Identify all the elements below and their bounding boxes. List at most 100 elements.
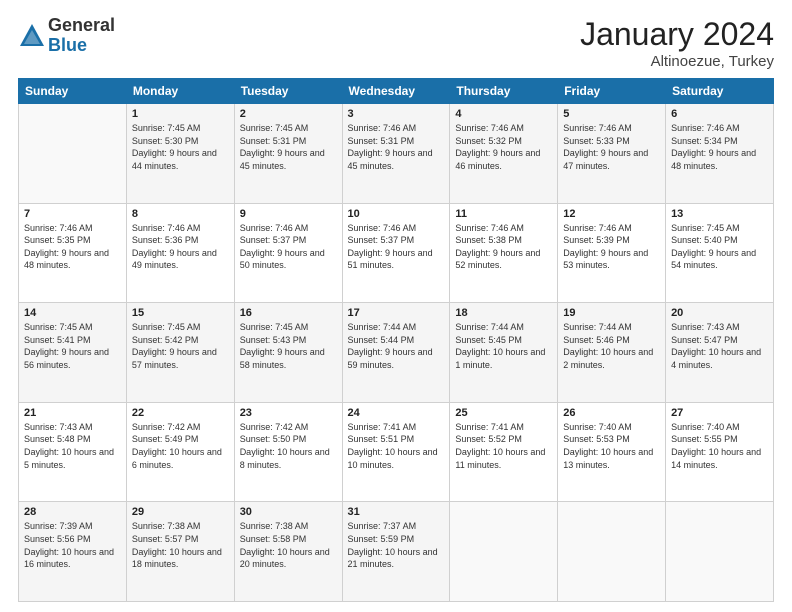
- calendar-cell: 15Sunrise: 7:45 AMSunset: 5:42 PMDayligh…: [126, 303, 234, 403]
- day-info: Sunrise: 7:42 AMSunset: 5:50 PMDaylight:…: [240, 421, 337, 471]
- calendar-cell: 3 Sunrise: 7:46 AMSunset: 5:31 PMDaylight…: [342, 104, 450, 204]
- day-info: Sunrise: 7:46 AMSunset: 5:38 PMDaylight:…: [455, 222, 552, 272]
- calendar-cell: 8Sunrise: 7:46 AMSunset: 5:36 PMDaylight…: [126, 203, 234, 303]
- day-number: 1: [132, 108, 229, 120]
- day-number: 31: [348, 506, 445, 518]
- logo-blue: Blue: [48, 36, 115, 56]
- calendar-table: Sunday Monday Tuesday Wednesday Thursday…: [18, 78, 774, 602]
- calendar-cell: 28 Sunrise: 7:39 AMSunset: 5:56 PMDayligh…: [19, 502, 127, 602]
- day-info: Sunrise: 7:45 AMSunset: 5:31 PMDaylight:…: [240, 122, 337, 172]
- day-info: Sunrise: 7:44 AMSunset: 5:44 PMDaylight:…: [348, 321, 445, 371]
- calendar-week-3: 14 Sunrise: 7:45 AMSunset: 5:41 PMDayligh…: [19, 303, 774, 403]
- day-number: 13: [671, 208, 768, 220]
- calendar-cell: [558, 502, 666, 602]
- calendar-cell: 27 Sunrise: 7:40 AMSunset: 5:55 PMDayligh…: [666, 402, 774, 502]
- day-number: 17: [348, 307, 445, 319]
- calendar-cell: 2 Sunrise: 7:45 AMSunset: 5:31 PMDaylight…: [234, 104, 342, 204]
- day-info: Sunrise: 7:37 AMSunset: 5:59 PMDaylight:…: [348, 520, 445, 570]
- day-number: 20: [671, 307, 768, 319]
- logo-general: General: [48, 16, 115, 36]
- day-info: Sunrise: 7:45 AMSunset: 5:30 PMDaylight:…: [132, 122, 229, 172]
- day-info: Sunrise: 7:46 AMSunset: 5:34 PMDaylight:…: [671, 122, 768, 172]
- col-thursday: Thursday: [450, 79, 558, 104]
- day-number: 6: [671, 108, 768, 120]
- calendar-cell: 6 Sunrise: 7:46 AMSunset: 5:34 PMDaylight…: [666, 104, 774, 204]
- calendar-cell: 20 Sunrise: 7:43 AMSunset: 5:47 PMDayligh…: [666, 303, 774, 403]
- calendar-cell: 7 Sunrise: 7:46 AMSunset: 5:35 PMDaylight…: [19, 203, 127, 303]
- col-friday: Friday: [558, 79, 666, 104]
- day-info: Sunrise: 7:46 AMSunset: 5:39 PMDaylight:…: [563, 222, 660, 272]
- day-number: 4: [455, 108, 552, 120]
- day-info: Sunrise: 7:43 AMSunset: 5:47 PMDaylight:…: [671, 321, 768, 371]
- day-info: Sunrise: 7:40 AMSunset: 5:53 PMDaylight:…: [563, 421, 660, 471]
- calendar-cell: [19, 104, 127, 204]
- day-info: Sunrise: 7:42 AMSunset: 5:49 PMDaylight:…: [132, 421, 229, 471]
- day-info: Sunrise: 7:39 AMSunset: 5:56 PMDaylight:…: [24, 520, 121, 570]
- day-info: Sunrise: 7:38 AMSunset: 5:57 PMDaylight:…: [132, 520, 229, 570]
- col-sunday: Sunday: [19, 79, 127, 104]
- calendar-cell: 17 Sunrise: 7:44 AMSunset: 5:44 PMDayligh…: [342, 303, 450, 403]
- calendar-cell: 18Sunrise: 7:44 AMSunset: 5:45 PMDayligh…: [450, 303, 558, 403]
- col-monday: Monday: [126, 79, 234, 104]
- calendar-cell: 21Sunrise: 7:43 AMSunset: 5:48 PMDayligh…: [19, 402, 127, 502]
- day-info: Sunrise: 7:46 AMSunset: 5:33 PMDaylight:…: [563, 122, 660, 172]
- day-info: Sunrise: 7:41 AMSunset: 5:51 PMDaylight:…: [348, 421, 445, 471]
- day-number: 18: [455, 307, 552, 319]
- day-number: 22: [132, 407, 229, 419]
- month-title: January 2024: [580, 16, 774, 53]
- calendar-cell: 9Sunrise: 7:46 AMSunset: 5:37 PMDaylight…: [234, 203, 342, 303]
- calendar-cell: [666, 502, 774, 602]
- day-number: 7: [24, 208, 121, 220]
- day-number: 3: [348, 108, 445, 120]
- day-number: 2: [240, 108, 337, 120]
- calendar-cell: 11 Sunrise: 7:46 AMSunset: 5:38 PMDayligh…: [450, 203, 558, 303]
- logo-text: General Blue: [48, 16, 115, 56]
- day-number: 12: [563, 208, 660, 220]
- day-info: Sunrise: 7:45 AMSunset: 5:40 PMDaylight:…: [671, 222, 768, 272]
- day-info: Sunrise: 7:46 AMSunset: 5:36 PMDaylight:…: [132, 222, 229, 272]
- title-area: January 2024 Altinoezue, Turkey: [580, 16, 774, 70]
- day-info: Sunrise: 7:41 AMSunset: 5:52 PMDaylight:…: [455, 421, 552, 471]
- day-number: 25: [455, 407, 552, 419]
- col-saturday: Saturday: [666, 79, 774, 104]
- calendar-week-4: 21Sunrise: 7:43 AMSunset: 5:48 PMDayligh…: [19, 402, 774, 502]
- day-info: Sunrise: 7:40 AMSunset: 5:55 PMDaylight:…: [671, 421, 768, 471]
- header-row: Sunday Monday Tuesday Wednesday Thursday…: [19, 79, 774, 104]
- day-number: 30: [240, 506, 337, 518]
- calendar-cell: 16Sunrise: 7:45 AMSunset: 5:43 PMDayligh…: [234, 303, 342, 403]
- day-number: 29: [132, 506, 229, 518]
- calendar-cell: 10 Sunrise: 7:46 AMSunset: 5:37 PMDayligh…: [342, 203, 450, 303]
- day-info: Sunrise: 7:43 AMSunset: 5:48 PMDaylight:…: [24, 421, 121, 471]
- day-info: Sunrise: 7:45 AMSunset: 5:41 PMDaylight:…: [24, 321, 121, 371]
- day-number: 11: [455, 208, 552, 220]
- calendar-week-5: 28 Sunrise: 7:39 AMSunset: 5:56 PMDayligh…: [19, 502, 774, 602]
- day-info: Sunrise: 7:46 AMSunset: 5:32 PMDaylight:…: [455, 122, 552, 172]
- calendar-cell: 25 Sunrise: 7:41 AMSunset: 5:52 PMDayligh…: [450, 402, 558, 502]
- location-title: Altinoezue, Turkey: [580, 53, 774, 70]
- day-number: 14: [24, 307, 121, 319]
- day-info: Sunrise: 7:46 AMSunset: 5:35 PMDaylight:…: [24, 222, 121, 272]
- day-number: 27: [671, 407, 768, 419]
- calendar-cell: 22 Sunrise: 7:42 AMSunset: 5:49 PMDayligh…: [126, 402, 234, 502]
- calendar-week-2: 7 Sunrise: 7:46 AMSunset: 5:35 PMDaylight…: [19, 203, 774, 303]
- day-number: 28: [24, 506, 121, 518]
- day-number: 26: [563, 407, 660, 419]
- day-info: Sunrise: 7:46 AMSunset: 5:37 PMDaylight:…: [240, 222, 337, 272]
- logo-area: General Blue: [18, 16, 115, 56]
- day-info: Sunrise: 7:44 AMSunset: 5:46 PMDaylight:…: [563, 321, 660, 371]
- calendar-cell: 23Sunrise: 7:42 AMSunset: 5:50 PMDayligh…: [234, 402, 342, 502]
- calendar-cell: 24 Sunrise: 7:41 AMSunset: 5:51 PMDayligh…: [342, 402, 450, 502]
- day-number: 24: [348, 407, 445, 419]
- day-info: Sunrise: 7:45 AMSunset: 5:43 PMDaylight:…: [240, 321, 337, 371]
- calendar-cell: 1 Sunrise: 7:45 AMSunset: 5:30 PMDaylight…: [126, 104, 234, 204]
- header: General Blue January 2024 Altinoezue, Tu…: [18, 16, 774, 70]
- calendar-cell: 19 Sunrise: 7:44 AMSunset: 5:46 PMDayligh…: [558, 303, 666, 403]
- day-info: Sunrise: 7:38 AMSunset: 5:58 PMDaylight:…: [240, 520, 337, 570]
- day-number: 19: [563, 307, 660, 319]
- day-info: Sunrise: 7:46 AMSunset: 5:31 PMDaylight:…: [348, 122, 445, 172]
- day-number: 10: [348, 208, 445, 220]
- day-info: Sunrise: 7:46 AMSunset: 5:37 PMDaylight:…: [348, 222, 445, 272]
- calendar-cell: 5Sunrise: 7:46 AMSunset: 5:33 PMDaylight…: [558, 104, 666, 204]
- calendar-cell: 12 Sunrise: 7:46 AMSunset: 5:39 PMDayligh…: [558, 203, 666, 303]
- day-number: 15: [132, 307, 229, 319]
